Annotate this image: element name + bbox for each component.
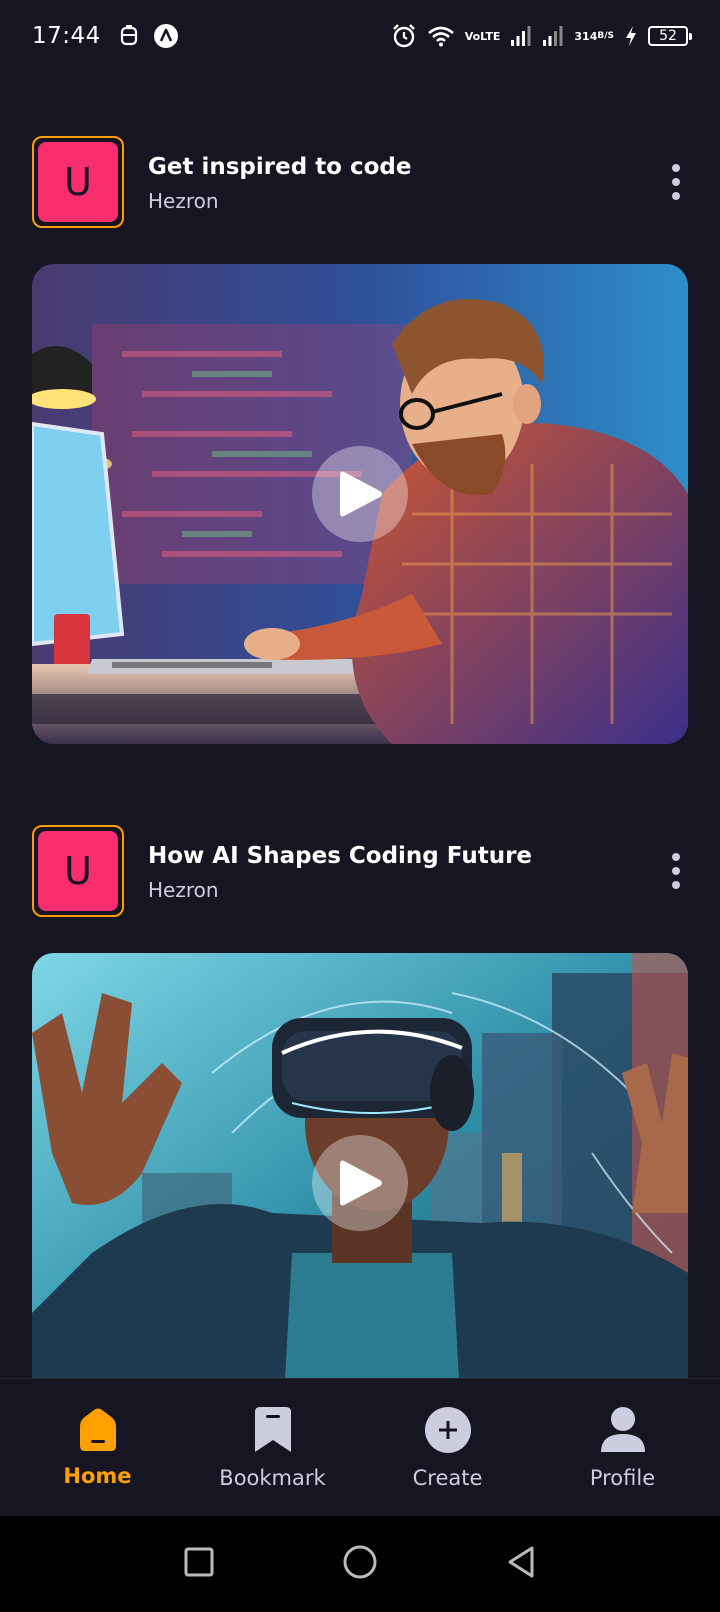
system-nav-bar xyxy=(0,1516,720,1612)
bottom-tab-bar: Home Bookmark Create Profile xyxy=(0,1378,720,1516)
more-options-icon[interactable] xyxy=(656,152,696,212)
tab-profile[interactable]: Profile xyxy=(538,1406,708,1490)
volte-indicator: Vo LTE xyxy=(464,29,501,43)
tab-bookmark-label: Bookmark xyxy=(219,1465,326,1490)
profile-icon xyxy=(600,1406,645,1452)
navigation-app-icon xyxy=(153,23,179,49)
video-thumbnail[interactable] xyxy=(32,264,688,744)
charging-icon xyxy=(624,25,638,47)
battery-indicator: 52 xyxy=(648,26,692,46)
more-options-icon[interactable] xyxy=(656,841,696,901)
creator-avatar[interactable]: U xyxy=(32,136,124,228)
bookmark-icon xyxy=(254,1406,291,1452)
video-card-header: U How AI Shapes Coding Future Hezron xyxy=(32,825,688,917)
signal-icon-2 xyxy=(542,25,564,47)
avatar-letter: U xyxy=(38,831,118,911)
video-author: Hezron xyxy=(148,189,219,213)
signal-icon xyxy=(510,25,532,47)
video-feed[interactable]: U Get inspired to code Hezron U How AI S… xyxy=(0,72,720,1378)
net-speed: 314 B/S xyxy=(574,29,614,43)
video-thumbnail[interactable] xyxy=(32,953,688,1378)
video-card-header: U Get inspired to code Hezron xyxy=(32,136,688,228)
tab-profile-label: Profile xyxy=(589,1465,656,1490)
wifi-icon xyxy=(427,25,455,47)
back-icon[interactable] xyxy=(505,1545,537,1583)
status-bar: 17:44 Vo LTE 314 B/S 52 xyxy=(0,0,720,72)
home-icon xyxy=(79,1408,116,1451)
video-title: How AI Shapes Coding Future xyxy=(148,843,533,869)
tab-create[interactable]: Create xyxy=(363,1406,533,1490)
tab-home-label: Home xyxy=(63,1463,132,1488)
tab-bookmark[interactable]: Bookmark xyxy=(188,1406,358,1490)
plus-circle-icon xyxy=(424,1406,471,1453)
recent-apps-icon[interactable] xyxy=(183,1546,215,1582)
video-card: U Get inspired to code Hezron xyxy=(32,136,688,744)
app-notification-icon xyxy=(119,25,139,47)
play-button-icon[interactable] xyxy=(312,1135,408,1231)
video-title: Get inspired to code xyxy=(148,154,412,180)
video-author: Hezron xyxy=(148,878,219,902)
app-screen: 17:44 Vo LTE 314 B/S 52 U Get inspired t… xyxy=(0,0,720,1612)
creator-avatar[interactable]: U xyxy=(32,825,124,917)
video-card: U How AI Shapes Coding Future Hezron xyxy=(32,825,688,1378)
alarm-icon xyxy=(391,23,417,49)
tab-home[interactable]: Home xyxy=(13,1408,183,1488)
status-time: 17:44 xyxy=(32,23,101,49)
play-button-icon[interactable] xyxy=(312,446,408,542)
home-nav-icon[interactable] xyxy=(342,1544,378,1584)
tab-create-label: Create xyxy=(412,1465,483,1490)
avatar-letter: U xyxy=(38,142,118,222)
